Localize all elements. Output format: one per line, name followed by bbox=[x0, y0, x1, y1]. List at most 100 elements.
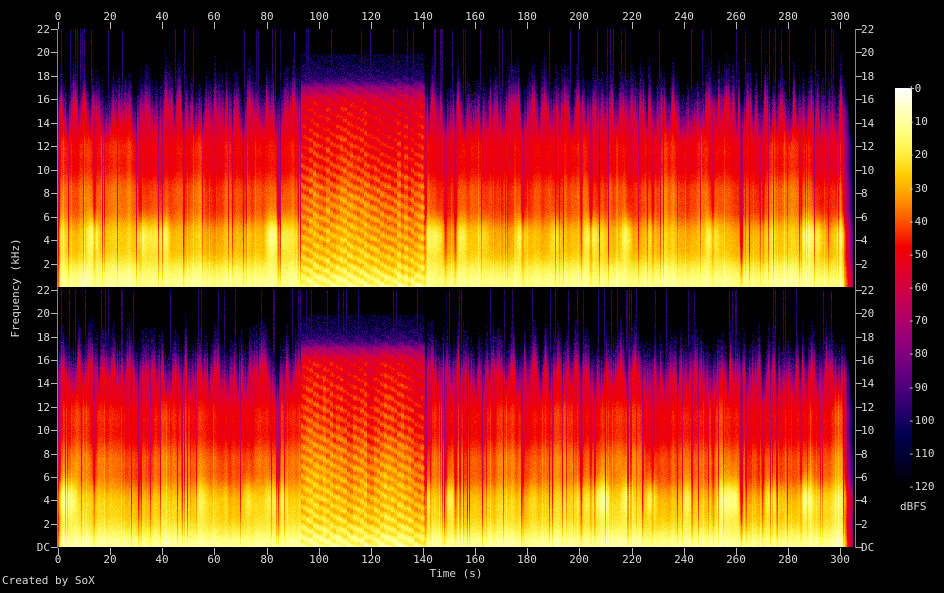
y-tick-left bbox=[51, 360, 57, 361]
x-tick-label-bottom: 40 bbox=[155, 553, 169, 566]
y-tick-label-left: 14 bbox=[36, 117, 50, 130]
y-tick-left bbox=[51, 383, 57, 384]
x-tick-label-bottom: 80 bbox=[260, 553, 274, 566]
y-tick-label-right: 16 bbox=[861, 93, 875, 106]
y-tick-label-left: 4 bbox=[43, 234, 50, 247]
x-tick-top bbox=[423, 22, 424, 29]
y-tick-left bbox=[51, 264, 57, 265]
x-tick-label-top: 220 bbox=[622, 10, 642, 23]
x-tick-label-top: 60 bbox=[207, 10, 221, 23]
y-tick-left bbox=[51, 290, 57, 291]
y-tick-label-right: 2 bbox=[861, 518, 868, 531]
x-tick-label-top: 0 bbox=[54, 10, 62, 23]
x-tick-label-top: 160 bbox=[465, 10, 485, 23]
x-tick-label-top: 280 bbox=[778, 10, 798, 23]
right-axis-line bbox=[855, 29, 856, 548]
y-tick-label-left: 10 bbox=[36, 164, 50, 177]
x-tick-top bbox=[684, 22, 685, 29]
x-tick-label-top: 80 bbox=[260, 10, 274, 23]
frequency-axis-title: Frequency (kHz) bbox=[9, 238, 22, 338]
y-tick-left bbox=[51, 99, 57, 100]
y-tick-label-right: 18 bbox=[861, 331, 875, 344]
y-tick-left bbox=[51, 52, 57, 53]
x-tick-label-top: 260 bbox=[726, 10, 746, 23]
x-tick-label-top: 300 bbox=[830, 10, 850, 23]
colorbar-tick-label: -110 bbox=[908, 446, 935, 460]
y-tick-label-left: 2 bbox=[43, 258, 50, 271]
x-tick-top bbox=[371, 22, 372, 29]
colorbar-tick-label: +0 bbox=[908, 82, 922, 95]
colorbar-tick-label: -90 bbox=[908, 380, 928, 394]
y-tick-label-right: 8 bbox=[861, 187, 868, 200]
x-tick-label-bottom: 60 bbox=[207, 553, 221, 566]
y-tick-label-left: 22 bbox=[36, 23, 50, 36]
y-tick-label-right: 20 bbox=[861, 307, 875, 320]
y-tick-left bbox=[51, 430, 57, 431]
x-tick-top bbox=[527, 22, 528, 29]
colorbar-tick-label: -40 bbox=[908, 214, 928, 228]
y-tick-label-left: 20 bbox=[36, 307, 50, 320]
x-tick-top bbox=[267, 22, 268, 29]
x-tick-label-top: 120 bbox=[361, 10, 381, 23]
x-tick-top bbox=[840, 22, 841, 29]
y-tick-label-right: 2 bbox=[861, 258, 868, 271]
y-tick-label-right: 10 bbox=[861, 424, 875, 437]
x-tick-top bbox=[58, 22, 59, 29]
x-tick-label-bottom: 0 bbox=[54, 553, 62, 566]
colorbar-tick-label: -60 bbox=[908, 281, 928, 294]
y-tick-label-right: 6 bbox=[861, 471, 868, 484]
y-tick-label-right: 12 bbox=[861, 401, 875, 414]
y-tick-label-left: 18 bbox=[36, 331, 50, 344]
x-tick-label-bottom: 220 bbox=[622, 553, 642, 566]
y-tick-label-right: 14 bbox=[861, 117, 875, 130]
y-tick-label-left: 12 bbox=[36, 401, 50, 414]
colorbar-tick-label: -50 bbox=[908, 247, 928, 261]
colorbar-tick-label: -80 bbox=[908, 347, 928, 361]
x-tick-top bbox=[736, 22, 737, 29]
y-tick-left bbox=[51, 477, 57, 478]
y-tick-label-left: 22 bbox=[36, 284, 50, 297]
x-tick-label-top: 240 bbox=[674, 10, 694, 23]
x-tick-top bbox=[632, 22, 633, 29]
colorbar-unit-label: dBFS bbox=[900, 500, 927, 513]
y-tick-left bbox=[51, 454, 57, 455]
y-tick-left bbox=[51, 123, 57, 124]
left-axis-line bbox=[57, 29, 58, 548]
x-tick-label-bottom: 140 bbox=[413, 553, 433, 566]
x-tick-top bbox=[214, 22, 215, 29]
y-tick-label-right: DC bbox=[861, 541, 875, 554]
colorbar-tick-label: -120 bbox=[908, 480, 935, 493]
x-tick-top bbox=[475, 22, 476, 29]
y-tick-left bbox=[51, 547, 57, 548]
spectrogram-channel-1 bbox=[58, 29, 855, 287]
x-tick-label-bottom: 200 bbox=[569, 553, 589, 566]
y-tick-left bbox=[51, 146, 57, 147]
y-tick-label-right: 10 bbox=[861, 164, 875, 177]
y-tick-label-right: 4 bbox=[861, 494, 868, 507]
y-tick-label-right: 12 bbox=[861, 140, 875, 153]
x-tick-label-bottom: 240 bbox=[674, 553, 694, 566]
y-tick-label-right: 18 bbox=[861, 70, 875, 83]
x-tick-label-top: 20 bbox=[103, 10, 117, 23]
x-tick-label-top: 180 bbox=[517, 10, 537, 23]
y-tick-label-left: 6 bbox=[43, 471, 50, 484]
time-axis-title: Time (s) bbox=[429, 567, 483, 580]
y-tick-label-right: 6 bbox=[861, 211, 868, 224]
y-tick-left bbox=[51, 337, 57, 338]
y-tick-label-right: 16 bbox=[861, 354, 875, 367]
y-tick-label-left: 16 bbox=[36, 354, 50, 367]
y-tick-label-right: 22 bbox=[861, 23, 875, 36]
y-tick-label-left: 16 bbox=[36, 93, 50, 106]
y-tick-label-right: 8 bbox=[861, 448, 868, 461]
y-tick-label-left: 6 bbox=[43, 211, 50, 224]
colorbar-tick-label: -100 bbox=[908, 413, 935, 427]
y-tick-left bbox=[51, 76, 57, 77]
x-tick-top bbox=[162, 22, 163, 29]
sox-credit: Created by SoX bbox=[2, 574, 95, 587]
x-tick-label-bottom: 280 bbox=[778, 553, 798, 566]
y-tick-label-left: 4 bbox=[43, 494, 50, 507]
x-tick-label-bottom: 160 bbox=[465, 553, 485, 566]
y-tick-left bbox=[51, 193, 57, 194]
y-tick-left bbox=[51, 500, 57, 501]
y-tick-left bbox=[51, 240, 57, 241]
